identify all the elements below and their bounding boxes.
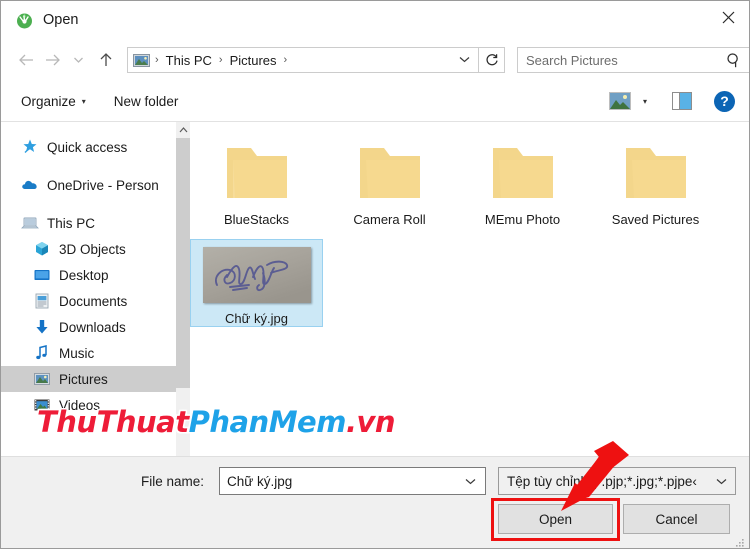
file-name-value: Chữ ký.jpg (227, 473, 293, 489)
scroll-up-chevron-up-icon[interactable] (176, 122, 190, 138)
scrollbar-thumb[interactable] (176, 138, 190, 388)
app-icon (14, 10, 34, 30)
file-name-input[interactable]: Chữ ký.jpg (219, 467, 486, 495)
open-file-dialog: Open › This PC › Pictures › Search Pictu… (0, 0, 750, 549)
this-pc-icon (21, 214, 39, 232)
sidebar-item-label: Pictures (59, 371, 108, 387)
watermark: ThuThuatPhanMem.vn (37, 405, 396, 439)
sidebar-item-label: Quick access (47, 139, 128, 155)
sidebar-item-3d-objects[interactable]: 3D Objects (1, 236, 190, 262)
organize-label: Organize (21, 93, 76, 109)
recent-locations-chevron-down-icon[interactable] (65, 47, 91, 73)
folder-icon (221, 142, 293, 204)
folder-item[interactable]: Saved Pictures (589, 134, 722, 227)
star-pin-icon (21, 138, 39, 156)
sidebar-item-quick-access[interactable]: Quick access (1, 134, 190, 160)
search-icon (726, 52, 742, 74)
file-row: BlueStacks Camera Roll MEmu Photo Saved … (190, 134, 749, 227)
refresh-icon[interactable] (479, 47, 505, 73)
music-note-icon (33, 344, 51, 362)
breadcrumb-separator: › (218, 54, 223, 66)
sidebar-item-pictures[interactable]: Pictures (1, 366, 190, 392)
navigation-bar: › This PC › Pictures › Search Pictures (1, 39, 749, 81)
sidebar-item-this-pc[interactable]: This PC (1, 210, 190, 236)
folder-label: Camera Roll (353, 212, 426, 227)
resize-grip[interactable] (735, 535, 745, 547)
forward-icon[interactable] (39, 47, 65, 73)
breadcrumb-separator: › (283, 54, 288, 66)
sidebar-item-label: 3D Objects (59, 241, 126, 257)
search-input[interactable]: Search Pictures (517, 47, 749, 74)
watermark-part2: PhanMem (188, 405, 347, 439)
onedrive-cloud-icon (21, 176, 39, 194)
preview-pane-right (680, 93, 691, 109)
folder-item[interactable]: Camera Roll (323, 134, 456, 227)
window-title: Open (43, 12, 79, 28)
watermark-part1: ThuThuat (37, 405, 189, 439)
image-thumbnail (202, 247, 311, 303)
up-one-level-icon[interactable] (93, 47, 119, 73)
breadcrumb-pictures[interactable]: Pictures (228, 53, 279, 68)
toolbar: Organize ▾ New folder ▾ ? (1, 81, 749, 122)
sidebar-item-downloads[interactable]: Downloads (1, 314, 190, 340)
sidebar-item-label: Documents (59, 293, 128, 309)
folder-icon (487, 142, 559, 204)
file-type-filter-chevron-down-icon[interactable] (716, 477, 727, 488)
sidebar-item-music[interactable]: Music (1, 340, 190, 366)
folder-label: Saved Pictures (611, 212, 700, 227)
sidebar-item-label: Music (59, 345, 95, 361)
file-item-selected[interactable]: Chữ ký.jpg (190, 239, 323, 327)
view-picture-icon[interactable] (608, 92, 631, 110)
file-type-filter-value: Tệp tùy chỉnh (*.pjp;*.jpg;*.pjpe‹ (507, 473, 697, 489)
breadcrumb-pictures-folder-icon (133, 53, 150, 68)
organize-button[interactable]: Organize ▾ (21, 94, 86, 109)
sidebar-item-documents[interactable]: Documents (1, 288, 190, 314)
preview-pane-left (673, 93, 681, 109)
file-name-chevron-down-icon[interactable] (465, 477, 476, 488)
sidebar-item-label: Downloads (59, 319, 126, 335)
back-icon[interactable] (13, 47, 39, 73)
sidebar-item-label: This PC (47, 215, 96, 231)
folder-item[interactable]: MEmu Photo (456, 134, 589, 227)
open-button[interactable]: Open (498, 504, 613, 534)
cancel-button[interactable]: Cancel (623, 504, 730, 534)
folder-icon (620, 142, 692, 204)
file-name-label: File name: (141, 474, 205, 489)
toolbar-right-group: ▾ ? (608, 90, 749, 112)
search-placeholder: Search Pictures (526, 52, 618, 68)
folder-item[interactable]: BlueStacks (190, 134, 323, 227)
preview-pane-icon[interactable] (672, 92, 692, 110)
new-folder-label: New folder (113, 93, 179, 109)
pictures-icon (33, 370, 51, 388)
file-grid: BlueStacks Camera Roll MEmu Photo Saved … (190, 122, 749, 327)
breadcrumb-this-pc[interactable]: This PC (164, 53, 214, 68)
file-label: Chữ ký.jpg (225, 311, 288, 326)
sidebar-item-label: Desktop (59, 267, 109, 283)
address-bar[interactable]: › This PC › Pictures › (127, 47, 479, 73)
sidebar-item-desktop[interactable]: Desktop (1, 262, 190, 288)
downloads-icon (33, 318, 51, 336)
sidebar-item-onedrive[interactable]: OneDrive - Person (1, 172, 190, 198)
desktop-icon (33, 266, 51, 284)
watermark-part3: .vn (345, 405, 396, 439)
folder-label: BlueStacks (223, 212, 290, 227)
new-folder-button[interactable]: New folder (114, 94, 179, 109)
file-row: Chữ ký.jpg (190, 239, 749, 327)
help-button[interactable]: ? (714, 90, 735, 112)
3d-objects-icon (33, 240, 51, 258)
sidebar-item-label: OneDrive - Person (47, 177, 159, 193)
view-options-chevron-down-icon[interactable]: ▾ (643, 97, 647, 106)
title-bar: Open (1, 1, 749, 39)
folder-icon (354, 142, 426, 204)
address-history-chevron-down-icon[interactable] (459, 54, 478, 66)
file-type-filter-dropdown[interactable]: Tệp tùy chỉnh (*.pjp;*.jpg;*.pjpe‹ (498, 467, 736, 495)
documents-icon (33, 292, 51, 310)
organize-chevron-down-icon: ▾ (81, 96, 86, 106)
close-button[interactable] (705, 1, 749, 34)
breadcrumb-separator: › (155, 54, 159, 66)
folder-label: MEmu Photo (484, 212, 561, 227)
